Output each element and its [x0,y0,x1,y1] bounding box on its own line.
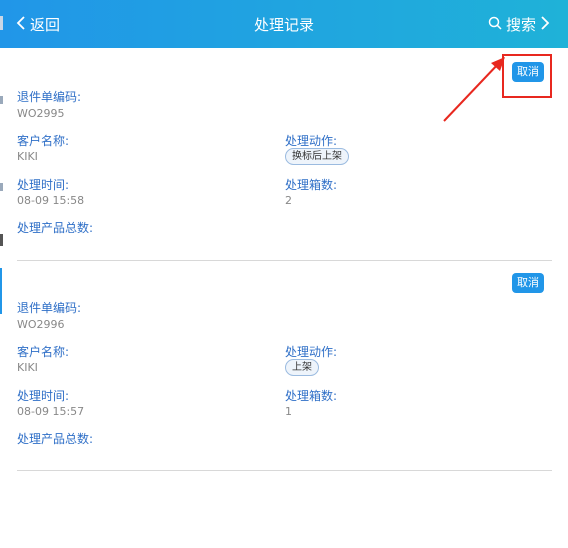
customer-label: 客户名称: [17,134,70,148]
customer-value: KIKI [17,361,38,374]
time-value: 08-09 15:57 [17,405,85,418]
boxes-value: 2 [285,194,292,207]
customer-label: 客户名称: [17,345,70,359]
time-value: 08-09 15:58 [17,194,85,207]
return-no-value: WO2996 [17,318,65,331]
boxes-label: 处理箱数: [285,389,338,403]
action-tag: 上架 [285,359,319,376]
boxes-value: 1 [285,405,292,418]
action-label: 处理动作: [285,345,338,359]
time-label: 处理时间: [17,178,70,192]
boxes-label: 处理箱数: [285,178,338,192]
total-label: 处理产品总数: [17,221,94,235]
customer-value: KIKI [17,150,38,163]
annotation-arrow [443,57,505,122]
record-card: 取消 退件单编码: WO2996 客户名称: KIKI 处理动作: 上架 处理时… [17,260,552,471]
action-tag: 换标后上架 [285,148,349,165]
time-label: 处理时间: [17,389,70,403]
action-label: 处理动作: [285,134,338,148]
cancel-button[interactable]: 取消 [512,273,544,293]
return-no-label: 退件单编码: [17,301,82,315]
total-label: 处理产品总数: [17,432,94,446]
